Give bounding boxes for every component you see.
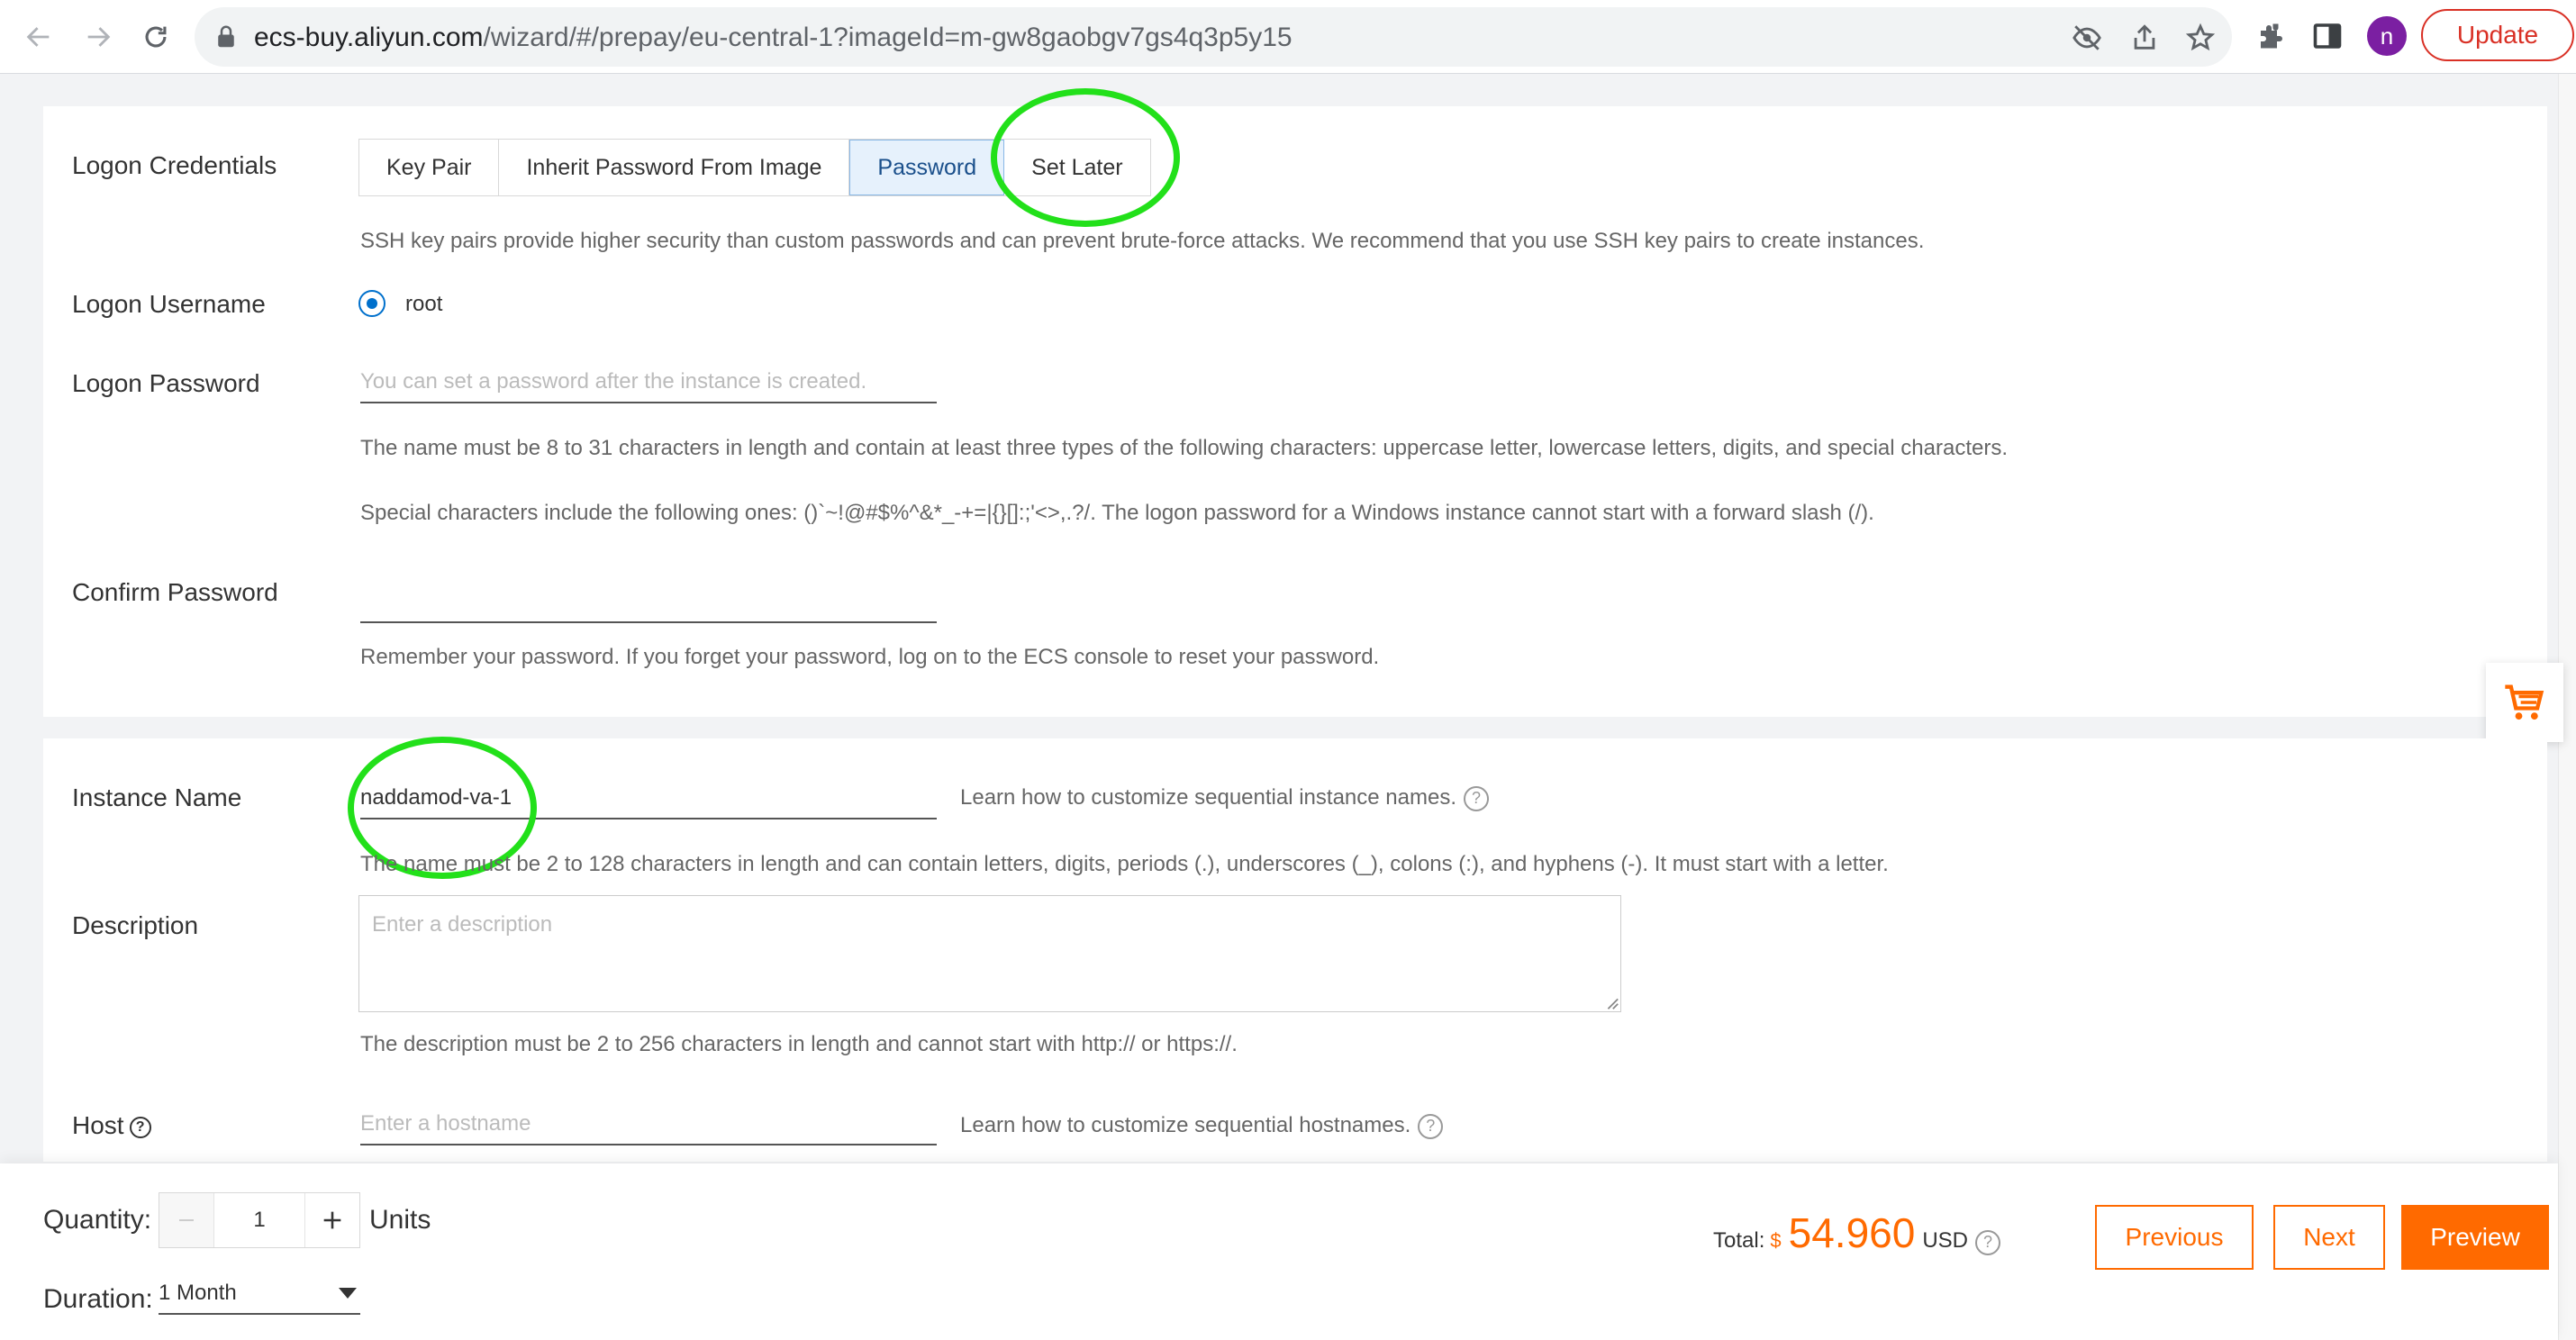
host-learn-row: Learn how to customize sequential hostna… bbox=[960, 1113, 1444, 1139]
host-label-row: Host? bbox=[72, 1111, 151, 1140]
cart-button[interactable] bbox=[2486, 663, 2563, 742]
back-button[interactable] bbox=[18, 16, 59, 58]
chevron-down-icon bbox=[339, 1288, 357, 1299]
help-icon[interactable]: ? bbox=[1463, 785, 1489, 811]
help-icon[interactable]: ? bbox=[1418, 1113, 1444, 1139]
logon-credentials-tabs: Key Pair Inherit Password From Image Pas… bbox=[358, 139, 1151, 196]
instance-name-learn-row: Learn how to customize sequential instan… bbox=[960, 785, 1489, 811]
quantity-label: Quantity: bbox=[43, 1205, 152, 1235]
password-rule: The name must be 8 to 31 characters in l… bbox=[360, 436, 2008, 460]
side-panel-icon[interactable] bbox=[2311, 20, 2344, 52]
help-icon[interactable]: ? bbox=[1975, 1229, 2000, 1255]
logon-settings-card bbox=[43, 106, 2547, 717]
forward-icon bbox=[87, 27, 111, 47]
units-label: Units bbox=[369, 1205, 431, 1235]
decrease-quantity-button[interactable] bbox=[159, 1193, 213, 1247]
currency-unit: USD bbox=[1922, 1228, 1968, 1253]
instance-name-input[interactable] bbox=[360, 778, 937, 819]
tab-set-later[interactable]: Set Later bbox=[1004, 140, 1150, 195]
instance-name-label: Instance Name bbox=[72, 783, 242, 811]
star-icon[interactable] bbox=[2185, 23, 2216, 53]
previous-button[interactable]: Previous bbox=[2095, 1205, 2254, 1270]
instance-name-learn-link[interactable]: Learn how to customize sequential instan… bbox=[960, 785, 1456, 810]
order-footer: Quantity: 1 Units Duration: 1 Month Tota… bbox=[0, 1163, 2558, 1340]
back-icon bbox=[26, 27, 50, 47]
reload-icon bbox=[145, 26, 167, 48]
share-icon[interactable] bbox=[2129, 23, 2160, 53]
total-amount: 54.960 bbox=[1788, 1209, 1916, 1256]
browser-toolbar: ecs-buy.aliyun.com/wizard/#/prepay/eu-ce… bbox=[0, 0, 2576, 74]
increase-quantity-button[interactable] bbox=[305, 1193, 359, 1247]
address-bar[interactable]: ecs-buy.aliyun.com/wizard/#/prepay/eu-ce… bbox=[195, 7, 2232, 67]
plus-icon bbox=[323, 1211, 341, 1229]
confirm-password-input[interactable] bbox=[360, 582, 937, 623]
host-learn-link[interactable]: Learn how to customize sequential hostna… bbox=[960, 1113, 1410, 1137]
tab-key-pair[interactable]: Key Pair bbox=[359, 140, 500, 195]
special-chars-rule: Special characters include the following… bbox=[360, 501, 1874, 525]
forward-button[interactable] bbox=[77, 16, 119, 58]
cart-icon bbox=[2505, 684, 2544, 720]
logon-password-label: Logon Password bbox=[72, 369, 260, 397]
total-price: Total: $ 54.960 USD ? bbox=[1713, 1209, 2000, 1257]
description-textarea[interactable] bbox=[358, 895, 1621, 1012]
tab-inherit-password[interactable]: Inherit Password From Image bbox=[499, 140, 850, 195]
eye-off-icon[interactable] bbox=[2072, 23, 2102, 53]
url-path: /wizard/#/prepay/eu-central-1?imageId=m-… bbox=[483, 23, 1293, 52]
ssh-hint: SSH key pairs provide higher security th… bbox=[360, 229, 1925, 253]
duration-label: Duration: bbox=[43, 1284, 153, 1314]
quantity-stepper: 1 bbox=[159, 1192, 360, 1248]
logon-credentials-label: Logon Credentials bbox=[72, 151, 277, 179]
username-value: root bbox=[405, 292, 443, 316]
quantity-value[interactable]: 1 bbox=[213, 1193, 305, 1247]
instance-name-rule: The name must be 2 to 128 characters in … bbox=[360, 852, 1889, 876]
reload-button[interactable] bbox=[135, 16, 177, 58]
currency-symbol: $ bbox=[1770, 1229, 1782, 1252]
logon-username-label: Logon Username bbox=[72, 290, 266, 318]
logon-password-input[interactable] bbox=[360, 362, 937, 403]
resize-grip-icon[interactable] bbox=[1603, 994, 1619, 1010]
description-rule: The description must be 2 to 256 charact… bbox=[360, 1032, 1238, 1056]
hostname-input[interactable] bbox=[360, 1104, 937, 1145]
total-label: Total: bbox=[1713, 1228, 1765, 1253]
next-button[interactable]: Next bbox=[2273, 1205, 2385, 1270]
tab-password[interactable]: Password bbox=[849, 140, 1005, 195]
confirm-hint: Remember your password. If you forget yo… bbox=[360, 645, 1380, 669]
profile-avatar[interactable]: n bbox=[2367, 16, 2407, 56]
confirm-password-label: Confirm Password bbox=[72, 578, 278, 606]
url-text[interactable]: ecs-buy.aliyun.com/wizard/#/prepay/eu-ce… bbox=[254, 23, 1293, 53]
lock-icon bbox=[218, 25, 234, 48]
url-host: ecs-buy.aliyun.com bbox=[254, 23, 484, 52]
username-radio[interactable] bbox=[358, 290, 385, 317]
help-icon[interactable]: ? bbox=[129, 1116, 151, 1138]
update-button[interactable]: Update bbox=[2421, 9, 2574, 61]
duration-value: 1 Month bbox=[159, 1281, 237, 1305]
extensions-icon[interactable] bbox=[2255, 20, 2288, 52]
description-label: Description bbox=[72, 911, 199, 939]
minus-icon bbox=[179, 1219, 194, 1221]
host-label: Host bbox=[72, 1111, 124, 1139]
duration-select[interactable]: 1 Month bbox=[159, 1273, 360, 1315]
preview-button[interactable]: Preview bbox=[2401, 1205, 2549, 1270]
